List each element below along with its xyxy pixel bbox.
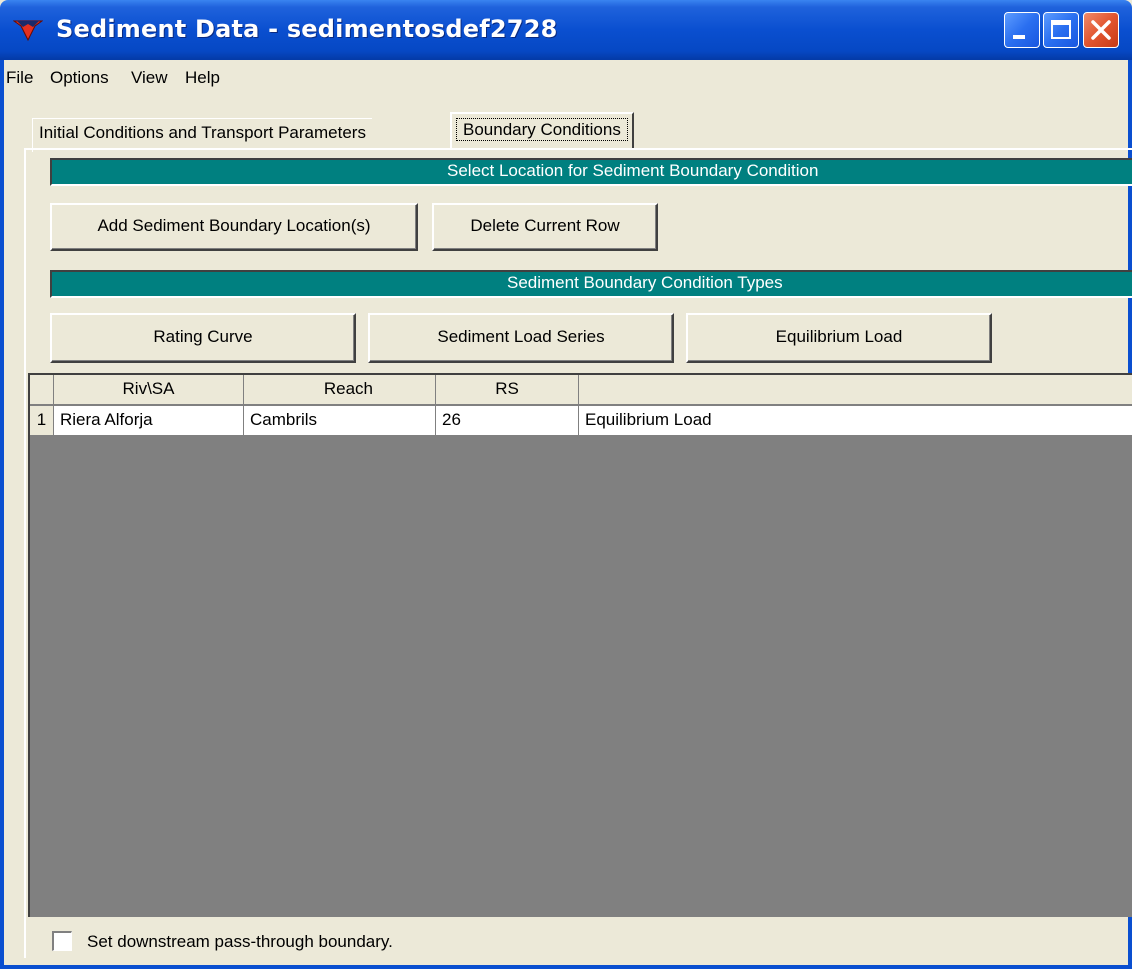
boundary-table[interactable]: Riv\SA Reach RS 1 Riera Alforja Cambrils… xyxy=(28,373,1132,917)
title-bar[interactable]: Sediment Data - sedimentosdef2728 xyxy=(0,0,1132,60)
menu-options[interactable]: Options xyxy=(50,68,109,88)
equilibrium-load-button[interactable]: Equilibrium Load xyxy=(686,313,992,363)
location-section-title: Select Location for Sediment Boundary Co… xyxy=(447,161,819,180)
cell-rs[interactable]: 26 xyxy=(436,406,579,436)
maximize-icon xyxy=(1051,20,1071,39)
column-header-river[interactable]: Riv\SA xyxy=(54,375,244,405)
tab-strip: Initial Conditions and Transport Paramet… xyxy=(4,104,1128,152)
cell-boundary-type[interactable]: Equilibrium Load xyxy=(579,406,1132,436)
rating-curve-button[interactable]: Rating Curve xyxy=(50,313,356,363)
tab-boundary-conditions[interactable]: Boundary Conditions xyxy=(450,112,634,150)
delete-current-row-button[interactable]: Delete Current Row xyxy=(432,203,658,251)
column-header-reach[interactable]: Reach xyxy=(244,375,436,405)
minimize-button[interactable] xyxy=(1004,12,1040,48)
passthrough-label[interactable]: Set downstream pass-through boundary. xyxy=(87,932,393,952)
window-title: Sediment Data - sedimentosdef2728 xyxy=(56,15,558,43)
cell-river[interactable]: Riera Alforja xyxy=(54,406,244,436)
location-section-header: Select Location for Sediment Boundary Co… xyxy=(50,158,1132,186)
types-section-title: Sediment Boundary Condition Types xyxy=(507,273,783,292)
maximize-button[interactable] xyxy=(1043,12,1079,48)
window-frame-bottom xyxy=(0,965,1132,969)
row-number[interactable]: 1 xyxy=(30,406,54,436)
minimize-icon xyxy=(1013,35,1025,39)
menu-bar: File Options View Help xyxy=(4,60,1128,96)
column-header-rs[interactable]: RS xyxy=(436,375,579,405)
close-icon xyxy=(1091,20,1111,40)
tab-initial-conditions[interactable]: Initial Conditions and Transport Paramet… xyxy=(32,118,372,152)
close-button[interactable] xyxy=(1083,12,1119,48)
passthrough-checkbox[interactable] xyxy=(52,931,72,951)
menu-help[interactable]: Help xyxy=(185,68,220,88)
cell-reach[interactable]: Cambrils xyxy=(244,406,436,436)
app-icon xyxy=(13,20,43,42)
window-frame-left xyxy=(0,60,4,969)
add-boundary-location-button[interactable]: Add Sediment Boundary Location(s) xyxy=(50,203,418,251)
table-corner xyxy=(30,375,54,405)
sediment-load-series-button[interactable]: Sediment Load Series xyxy=(368,313,674,363)
column-header-type[interactable] xyxy=(579,375,1132,405)
menu-file[interactable]: File xyxy=(6,68,33,88)
tab-boundary-conditions-label: Boundary Conditions xyxy=(456,118,628,141)
types-section-header: Sediment Boundary Condition Types xyxy=(50,270,1132,298)
menu-view[interactable]: View xyxy=(131,68,168,88)
